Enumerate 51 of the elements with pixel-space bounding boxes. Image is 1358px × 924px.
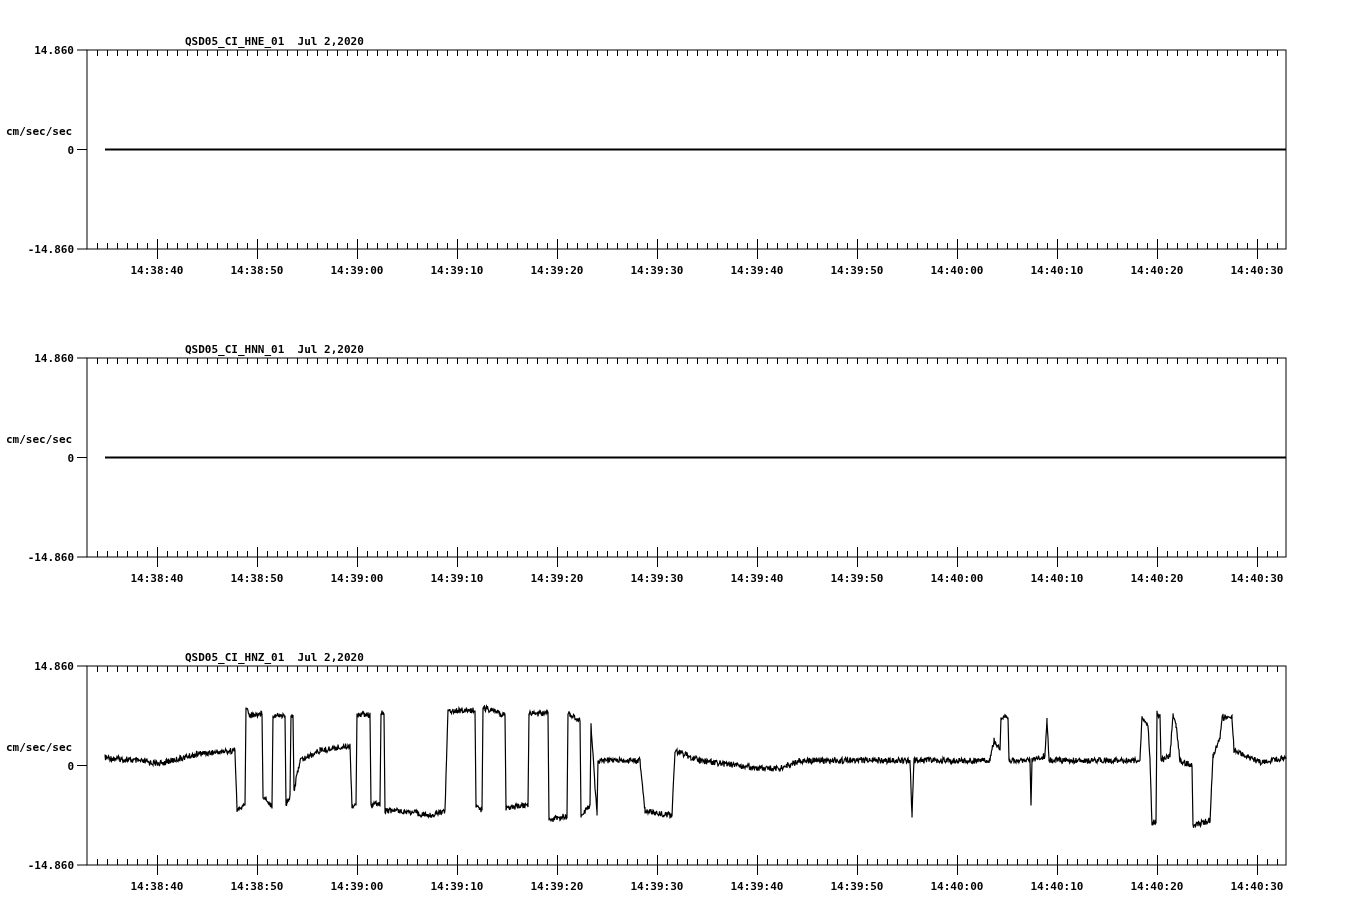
x-tick-label: 14:39:30 bbox=[630, 264, 684, 277]
x-tick-label: 14:39:00 bbox=[330, 880, 384, 893]
x-tick-label: 14:40:10 bbox=[1030, 264, 1084, 277]
plot-title: QSD05_CI_HNN_01 Jul 2,2020 bbox=[185, 343, 364, 356]
x-tick-label: 14:38:50 bbox=[230, 572, 284, 585]
x-tick-label: 14:38:50 bbox=[230, 264, 284, 277]
x-tick-label: 14:38:40 bbox=[130, 880, 184, 893]
y-tick-label: 0 bbox=[67, 143, 74, 157]
x-tick-label: 14:40:00 bbox=[930, 880, 984, 893]
x-tick-label: 14:39:30 bbox=[630, 572, 684, 585]
x-tick-label: 14:39:40 bbox=[730, 880, 784, 893]
x-tick-label: 14:40:20 bbox=[1130, 880, 1184, 893]
x-tick-label: 14:39:20 bbox=[530, 880, 584, 893]
y-axis-label: cm/sec/sec bbox=[6, 740, 73, 754]
x-tick-label: 14:39:10 bbox=[430, 880, 484, 893]
x-tick-label: 14:40:30 bbox=[1230, 572, 1284, 585]
x-tick-label: 14:40:30 bbox=[1230, 264, 1284, 277]
y-tick-label: -14.860 bbox=[27, 551, 74, 564]
x-tick-label: 14:38:50 bbox=[230, 880, 284, 893]
y-tick-label: 0 bbox=[67, 759, 74, 773]
x-tick-label: 14:39:50 bbox=[830, 264, 884, 277]
x-tick-label: 14:39:20 bbox=[530, 572, 584, 585]
x-tick-label: 14:40:00 bbox=[930, 572, 984, 585]
x-tick-label: 14:38:40 bbox=[130, 572, 184, 585]
x-tick-label: 14:40:30 bbox=[1230, 880, 1284, 893]
x-tick-label: 14:39:40 bbox=[730, 264, 784, 277]
x-tick-label: 14:39:50 bbox=[830, 572, 884, 585]
x-tick-label: 14:39:40 bbox=[730, 572, 784, 585]
y-tick-label: 14.860 bbox=[34, 352, 74, 365]
y-axis-label: cm/sec/sec bbox=[6, 432, 73, 446]
plot-title: QSD05_CI_HNE_01 Jul 2,2020 bbox=[185, 35, 364, 48]
y-tick-label: 0 bbox=[67, 451, 74, 465]
x-tick-label: 14:39:50 bbox=[830, 880, 884, 893]
x-tick-label: 14:40:10 bbox=[1030, 880, 1084, 893]
y-tick-label: -14.860 bbox=[27, 243, 74, 256]
y-tick-label: 14.860 bbox=[34, 660, 74, 673]
x-tick-label: 14:39:00 bbox=[330, 572, 384, 585]
x-tick-label: 14:40:20 bbox=[1130, 264, 1184, 277]
x-tick-label: 14:39:10 bbox=[430, 572, 484, 585]
x-tick-label: 14:38:40 bbox=[130, 264, 184, 277]
plot-title: QSD05_CI_HNZ_01 Jul 2,2020 bbox=[185, 651, 364, 664]
x-tick-label: 14:40:00 bbox=[930, 264, 984, 277]
x-tick-label: 14:39:10 bbox=[430, 264, 484, 277]
x-tick-label: 14:39:20 bbox=[530, 264, 584, 277]
x-tick-label: 14:40:20 bbox=[1130, 572, 1184, 585]
y-axis-label: cm/sec/sec bbox=[6, 124, 73, 138]
x-tick-label: 14:40:10 bbox=[1030, 572, 1084, 585]
x-tick-label: 14:39:00 bbox=[330, 264, 384, 277]
y-tick-label: 14.860 bbox=[34, 44, 74, 57]
x-tick-label: 14:39:30 bbox=[630, 880, 684, 893]
y-tick-label: -14.860 bbox=[27, 859, 74, 872]
